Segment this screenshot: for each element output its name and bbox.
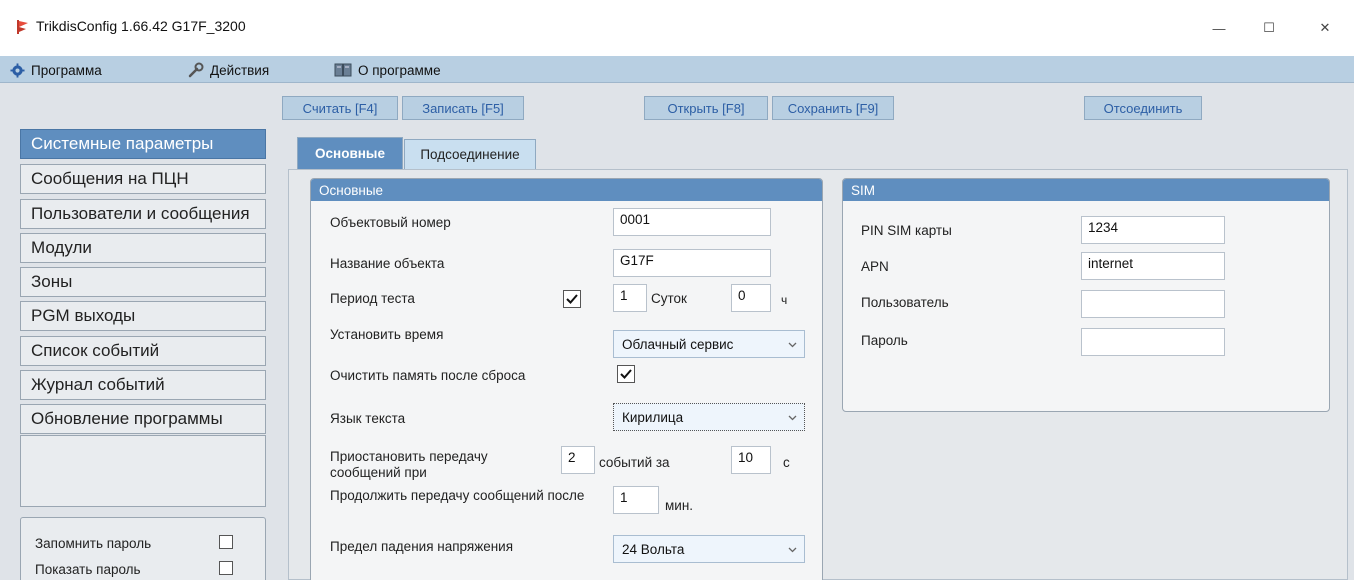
menu-about[interactable]: О программе [334, 60, 441, 80]
write-button[interactable]: Записать [F5] [402, 96, 524, 120]
days-unit-label: Суток [651, 291, 687, 306]
voltage-drop-value: 24 Вольта [622, 541, 685, 557]
seconds-unit-label: с [783, 455, 790, 470]
sidebar-item-firmware-update[interactable]: Обновление программы [20, 404, 266, 434]
clear-memory-checkbox[interactable] [617, 365, 635, 383]
sidebar-item-pgm-outputs[interactable]: PGM выходы [20, 301, 266, 331]
sidebar-empty-area [20, 435, 266, 507]
menu-program[interactable]: Программа [10, 60, 102, 80]
disconnect-button[interactable]: Отсоединить [1084, 96, 1202, 120]
resume-minutes-input[interactable]: 1 [613, 486, 659, 514]
sim-password-label: Пароль [861, 333, 908, 348]
test-period-label: Период теста [330, 291, 415, 306]
show-password-checkbox[interactable] [219, 561, 233, 575]
chevron-down-icon [788, 415, 797, 421]
window-title: TrikdisConfig 1.66.42 G17F_3200 [36, 18, 246, 34]
test-period-hours-input[interactable]: 0 [731, 284, 771, 312]
show-password-label: Показать пароль [35, 562, 141, 577]
sidebar-item-users-and-messages[interactable]: Пользователи и сообщения [20, 199, 266, 229]
apn-label: APN [861, 259, 889, 274]
test-period-checkbox[interactable] [563, 290, 581, 308]
close-button[interactable]: ✕ [1302, 14, 1348, 42]
remember-password-checkbox[interactable] [219, 535, 233, 549]
menu-bar: Программа Действия О программе [0, 56, 1354, 83]
sim-pin-label: PIN SIM карты [861, 223, 952, 238]
suspend-seconds-input[interactable]: 10 [731, 446, 771, 474]
object-number-label: Объектовый номер [330, 215, 451, 230]
minutes-unit-label: мин. [665, 498, 694, 513]
chevron-down-icon [788, 342, 797, 348]
text-language-select[interactable]: Кирилица [613, 403, 805, 431]
maximize-button[interactable]: ☐ [1246, 14, 1292, 42]
wrench-icon [188, 62, 204, 78]
voltage-drop-select[interactable]: 24 Вольта [613, 535, 805, 563]
book-icon [334, 63, 352, 77]
test-period-days-input[interactable]: 1 [613, 284, 647, 312]
apn-input[interactable]: internet [1081, 252, 1225, 280]
resume-transmission-label: Продолжить передачу сообщений после [330, 488, 585, 503]
app-icon [14, 19, 30, 35]
sidebar-item-event-log[interactable]: Журнал событий [20, 370, 266, 400]
set-time-select[interactable]: Облачный сервис [613, 330, 805, 358]
read-button[interactable]: Считать [F4] [282, 96, 398, 120]
voltage-drop-label: Предел падения напряжения [330, 539, 514, 554]
set-time-value: Облачный сервис [622, 336, 734, 352]
suspend-transmission-label: Приостановить передачу сообщений при [330, 449, 488, 480]
chevron-down-icon [788, 547, 797, 553]
gear-icon [10, 62, 25, 78]
sidebar-item-event-list[interactable]: Список событий [20, 336, 266, 366]
open-button[interactable]: Открыть [F8] [644, 96, 768, 120]
tab-main[interactable]: Основные [297, 137, 403, 169]
minimize-button[interactable]: — [1196, 14, 1242, 42]
remember-password-label: Запомнить пароль [35, 536, 152, 551]
menu-actions-label: Действия [210, 62, 270, 78]
events-for-label: событий за [599, 455, 670, 470]
settings-panel: Основные Объектовый номер 0001 Название … [288, 169, 1348, 580]
menu-program-label: Программа [31, 62, 102, 78]
set-time-label: Установить время [330, 327, 444, 342]
tab-connection[interactable]: Подсоединение [404, 139, 536, 169]
check-icon [620, 369, 632, 379]
menu-actions[interactable]: Действия [188, 60, 269, 80]
sidebar-item-zones[interactable]: Зоны [20, 267, 266, 297]
title-bar: TrikdisConfig 1.66.42 G17F_3200 — ☐ ✕ [0, 0, 1354, 56]
menu-about-label: О программе [358, 62, 441, 78]
text-language-value: Кирилица [622, 409, 684, 425]
check-icon [566, 294, 578, 304]
sim-password-input[interactable] [1081, 328, 1225, 356]
clear-memory-label: Очистить память после сброса [330, 368, 526, 383]
sidebar-item-system-parameters[interactable]: Системные параметры [20, 129, 266, 159]
sidebar-item-messages-to-station[interactable]: Сообщения на ПЦН [20, 164, 266, 194]
sim-user-label: Пользователь [861, 295, 949, 310]
object-number-input[interactable]: 0001 [613, 208, 771, 236]
sidebar-item-modules[interactable]: Модули [20, 233, 266, 263]
sim-group-title: SIM [843, 179, 1329, 201]
text-language-label: Язык текста [330, 411, 406, 426]
sim-pin-input[interactable]: 1234 [1081, 216, 1225, 244]
sim-user-input[interactable] [1081, 290, 1225, 318]
object-name-label: Название объекта [330, 256, 445, 271]
main-group-title: Основные [311, 179, 822, 201]
hours-unit-label: ч [781, 293, 788, 307]
save-button[interactable]: Сохранить [F9] [772, 96, 894, 120]
object-name-input[interactable]: G17F [613, 249, 771, 277]
suspend-events-input[interactable]: 2 [561, 446, 595, 474]
password-options: Запомнить пароль Показать пароль [20, 517, 266, 580]
